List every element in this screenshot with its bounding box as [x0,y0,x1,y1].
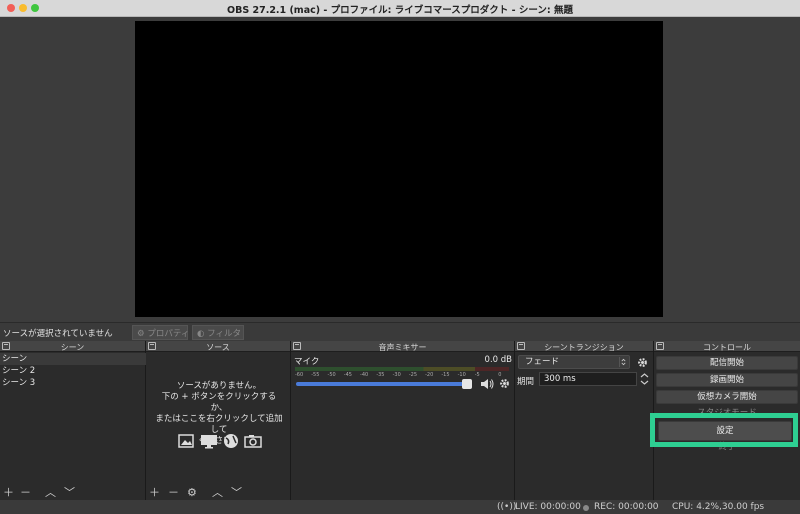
browser-icon [223,434,238,448]
source-properties-gear-icon[interactable]: ⚙ [187,486,197,500]
source-type-icons [178,433,262,451]
audio-mixer-dock: 音声ミキサー マイク 0.0 dB -60 -55 -50 -45 -40 -3… [291,341,515,500]
rec-indicator-icon [583,505,589,511]
add-source-button[interactable]: ＋ [149,486,160,500]
sources-toolbar: ＋ － ⚙ ︿ ﹀ [146,486,290,500]
scenes-dock-title: シーン [60,343,85,352]
move-source-up-button[interactable]: ︿ [212,486,223,500]
no-source-selected-label: ソースが選択されていません [3,329,113,339]
filters-label: フィルタ [207,329,241,339]
move-scene-up-button[interactable]: ︿ [45,486,56,500]
mixer-dock-title: 音声ミキサー [378,343,427,352]
sources-dock-header: ソース [146,341,290,352]
move-source-down-button[interactable]: ﹀ [231,486,242,500]
start-virtual-camera-button[interactable]: 仮想カメラ開始 [656,390,798,404]
move-scene-down-button[interactable]: ﹀ [64,486,75,500]
volume-meter [295,367,509,371]
track-name: マイク [294,357,320,367]
preview-canvas[interactable] [135,21,663,317]
duration-input[interactable]: 300 ms [539,372,637,386]
track-db: 0.0 dB [484,355,512,365]
display-icon [200,435,217,449]
gear-icon[interactable] [499,378,510,389]
remove-scene-button[interactable]: － [20,486,31,500]
mixer-dock-header: 音声ミキサー [291,341,514,352]
scene-list: シーン シーン 2 シーン 3 [0,353,146,389]
start-recording-button[interactable]: 録画開始 [656,373,798,387]
meter-tick: -40 [360,372,369,378]
remove-source-button[interactable]: － [168,486,179,500]
meter-tick: -60 [295,372,304,378]
live-time: LIVE: 00:00:00 [515,502,581,512]
sources-dock: ソース ソースがありません。 下の + ボタンをクリックするか、 またはここを右… [146,341,291,500]
meter-tick: -20 [425,372,434,378]
gear-icon: ⚙ [137,329,145,339]
transitions-dock-header: シーントランジション [515,341,653,352]
meter-tick: -10 [457,372,466,378]
start-streaming-button[interactable]: 配信開始 [656,356,798,370]
properties-label: プロパティ [147,329,190,339]
scenes-dock-header: シーン [0,341,145,352]
chevron-updown-icon [619,357,626,367]
filter-icon: ◐ [197,329,205,339]
settings-button[interactable]: 設定 [658,421,792,441]
properties-button[interactable]: ⚙ プロパティ [132,325,190,340]
meter-scale: -60 -55 -50 -45 -40 -35 -30 -25 -20 -15 … [295,372,509,379]
scenes-toolbar: ＋ － ︿ ﹀ [0,486,145,500]
sources-dock-title: ソース [206,343,230,352]
volume-slider[interactable] [296,382,471,386]
scene-transitions-dock: シーントランジション フェード 期間 300 ms [515,341,654,500]
status-bar: ((•)) LIVE: 00:00:00 REC: 00:00:00 CPU: … [0,500,800,514]
speaker-icon[interactable] [480,378,494,390]
controls-dock-title: コントロール [703,343,751,352]
add-scene-button[interactable]: ＋ [3,486,14,500]
scene-item[interactable]: シーン 3 [0,377,146,389]
meter-tick: -45 [343,372,352,378]
scene-item[interactable]: シーン 2 [0,365,146,377]
cpu-fps: CPU: 4.2%,30.00 fps [672,502,765,512]
scene-item[interactable]: シーン [0,353,146,365]
meter-tick: -25 [408,372,418,378]
rec-time: REC: 00:00:00 [594,502,659,512]
gear-icon[interactable] [637,357,648,368]
camera-icon [243,435,262,448]
meter-tick: -5 [474,372,480,378]
controls-dock-header: コントロール [654,341,800,352]
window-title: OBS 27.2.1 (mac) - プロファイル: ライブコマースプロダクト … [227,5,573,16]
title-bar: OBS 27.2.1 (mac) - プロファイル: ライブコマースプロダクト … [0,0,800,17]
duration-label: 期間 [517,377,535,387]
volume-slider-handle[interactable] [462,379,472,389]
empty-line: ソースがありません。 [176,381,262,391]
source-toolbar: ソースが選択されていません ⚙ プロパティ ◐ フィルタ [0,322,800,341]
scenes-dock: シーン シーン シーン 2 シーン 3 ＋ － ︿ ﹀ [0,341,146,500]
transition-selected-value: フェード [525,357,560,367]
meter-tick: -30 [392,372,401,378]
empty-line: 下の + ボタンをクリックするか、 [161,392,277,413]
live-icon: ((•)) [497,502,517,512]
meter-tick: -35 [376,372,385,378]
spinner-arrows-icon[interactable] [639,372,650,386]
filters-button[interactable]: ◐ フィルタ [192,325,244,340]
meter-tick: -55 [311,372,320,378]
transitions-dock-title: シーントランジション [544,343,624,352]
image-icon [178,434,194,448]
meter-tick: -50 [327,372,336,378]
meter-tick: -15 [441,372,450,378]
transition-select[interactable]: フェード [518,355,630,369]
